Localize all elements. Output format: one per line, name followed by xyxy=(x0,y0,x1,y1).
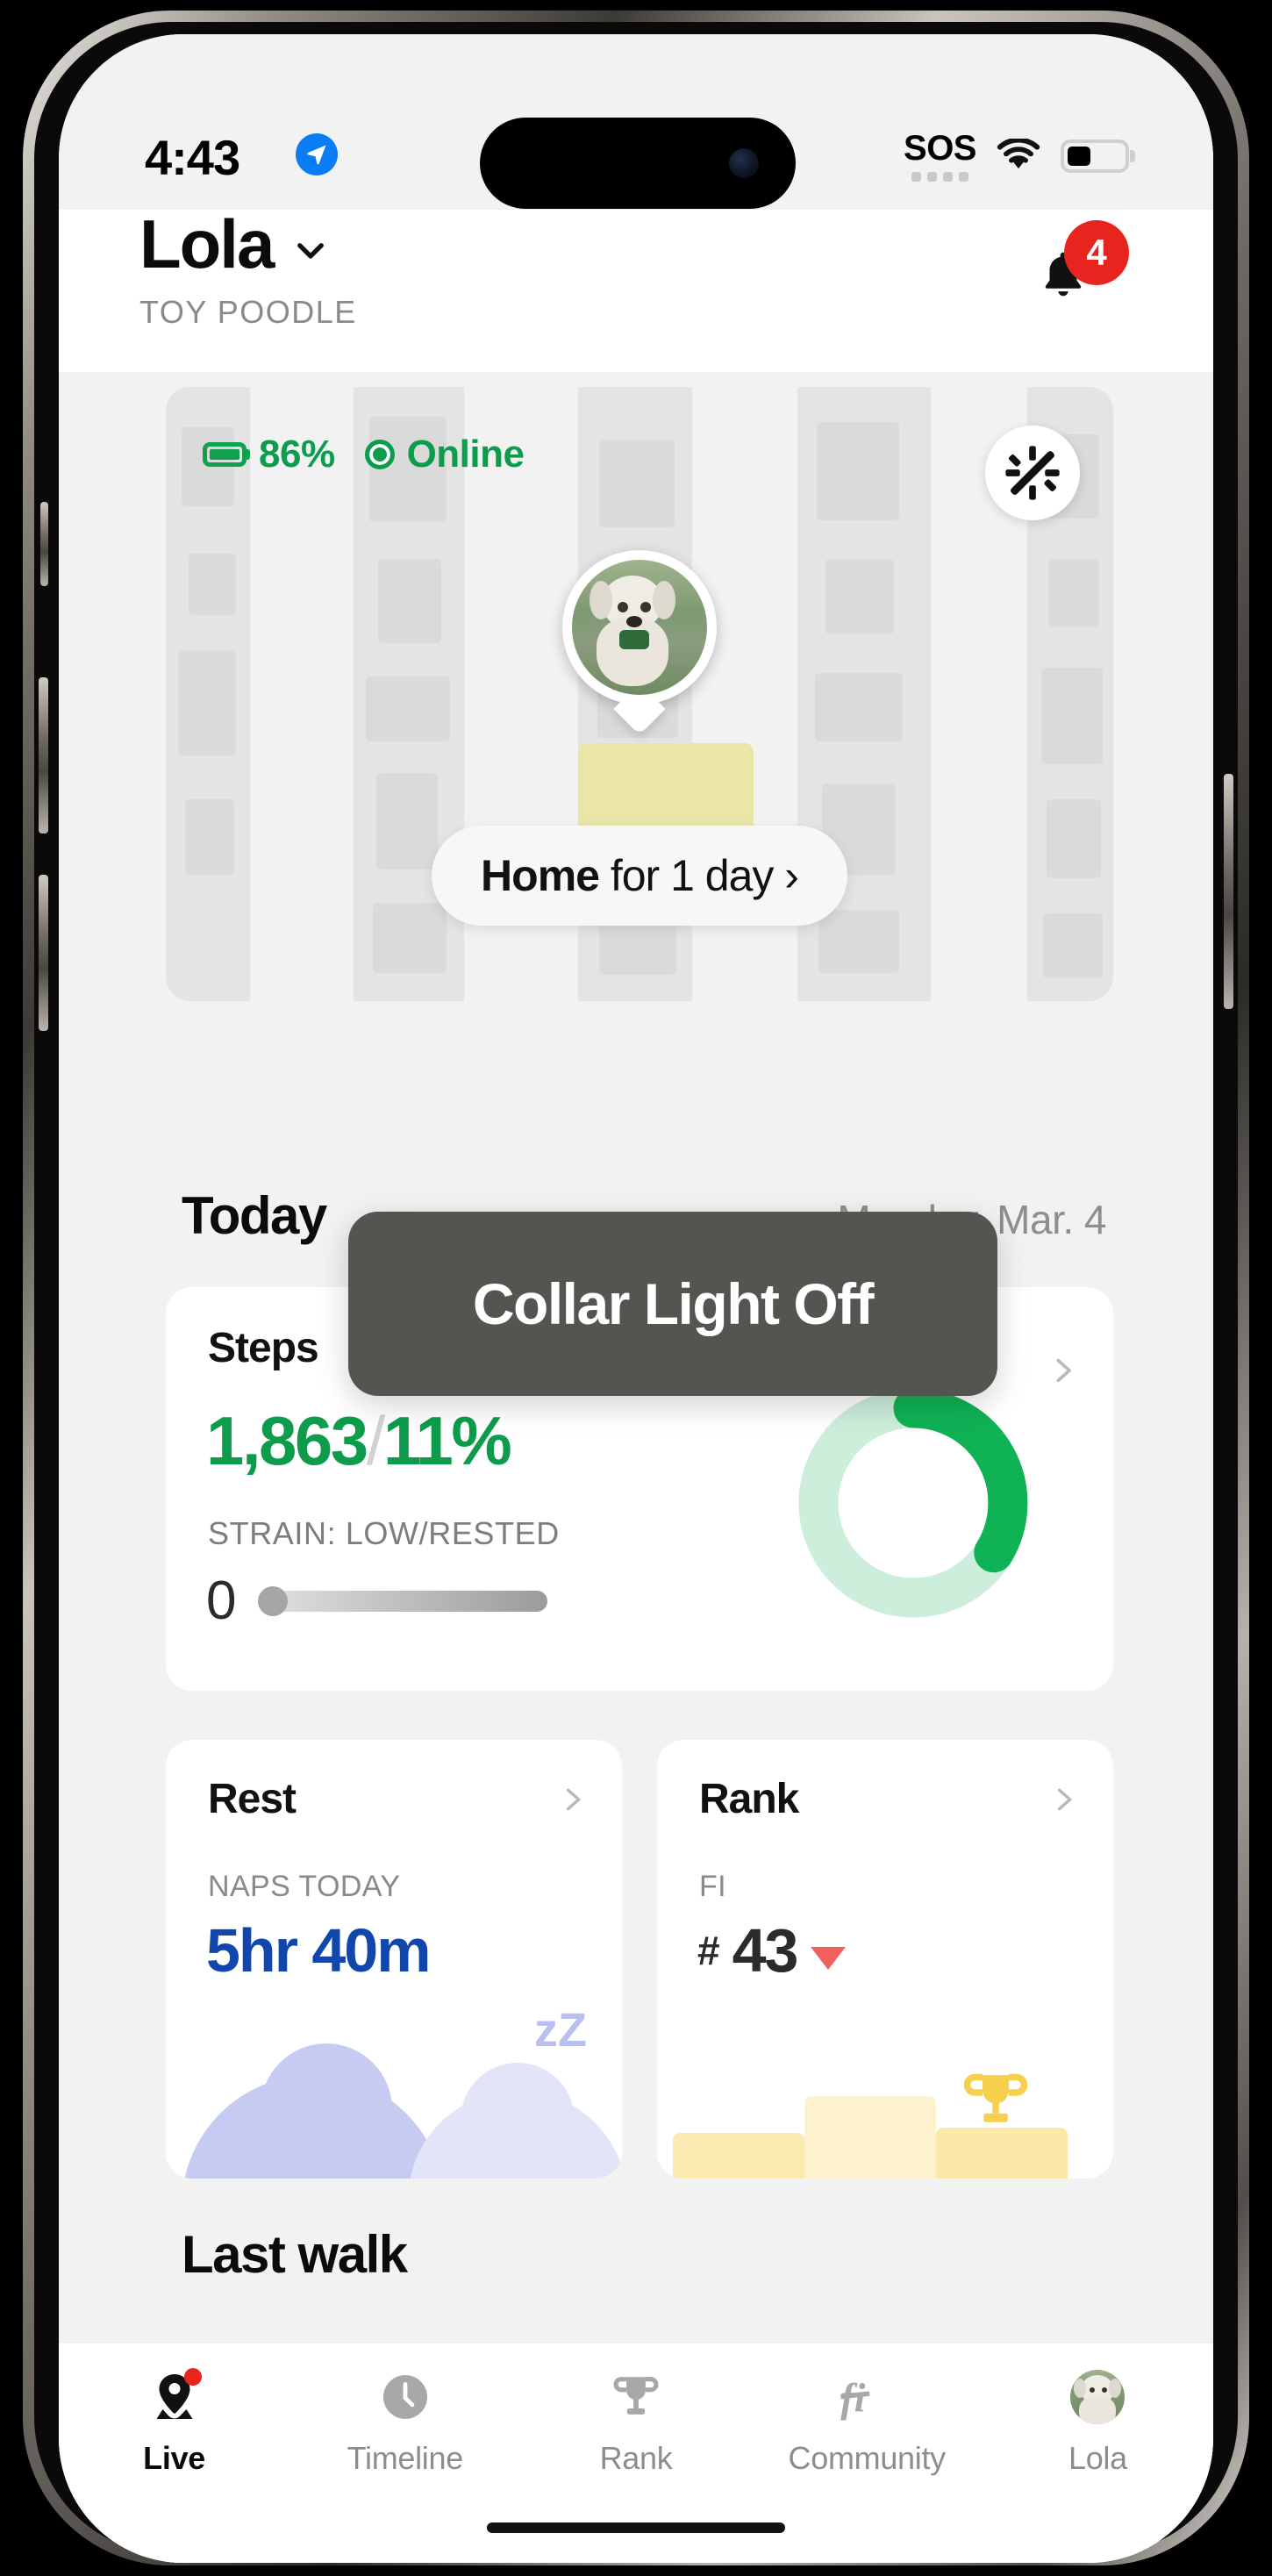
rest-card[interactable]: Rest NAPS TODAY 5hr 40m zZ xyxy=(166,1740,622,2179)
tab-live[interactable]: Live xyxy=(59,2368,289,2477)
pet-selector[interactable]: Lola xyxy=(139,210,1133,278)
rank-value-row: #43 xyxy=(697,1915,847,1986)
steps-title: Steps xyxy=(208,1325,319,1371)
dynamic-island xyxy=(480,118,796,209)
online-dot-icon xyxy=(364,440,395,469)
strain-row: 0 xyxy=(206,1570,548,1632)
app-container: 86% Online Home for 1 day › Today Mar. 4… xyxy=(59,34,1213,2563)
collar-status-group: 86% Online xyxy=(203,433,525,476)
phone-frame: 86% Online Home for 1 day › Today Mar. 4… xyxy=(23,11,1249,2565)
connection-status-label: Online xyxy=(406,433,525,476)
strain-slider[interactable] xyxy=(258,1585,548,1616)
tab-profile[interactable]: Lola xyxy=(983,2368,1213,2477)
tab-profile-label: Lola xyxy=(1068,2440,1127,2476)
tab-community-label: Community xyxy=(788,2440,947,2476)
wifi-icon xyxy=(997,139,1040,169)
rank-title: Rank xyxy=(699,1776,799,1822)
toast-message: Collar Light Off xyxy=(472,1271,875,1336)
strain-slider-knob[interactable] xyxy=(258,1585,289,1616)
pet-location-pin[interactable] xyxy=(562,550,717,735)
location-arrow-icon xyxy=(296,133,338,175)
app-header: Lola TOY POODLE 4 xyxy=(59,210,1213,372)
sos-label: SOS xyxy=(904,129,976,168)
fi-logo-icon: fi xyxy=(838,2368,896,2426)
progress-ring-icon xyxy=(782,1371,1045,1635)
phone-screen: 86% Online Home for 1 day › Today Mar. 4… xyxy=(59,34,1213,2563)
volume-down-button[interactable] xyxy=(39,875,48,1031)
pet-avatar-icon xyxy=(572,560,707,695)
tab-community[interactable]: fi Community xyxy=(752,2368,983,2477)
strain-label: STRAIN: LOW/RESTED xyxy=(208,1515,560,1551)
page-title: Lola xyxy=(139,205,275,283)
steps-value-row: 1,863/11% xyxy=(206,1401,512,1481)
notification-badge: 4 xyxy=(1064,220,1129,285)
rest-title: Rest xyxy=(208,1776,297,1822)
tab-timeline[interactable]: Timeline xyxy=(289,2368,520,2477)
collar-battery-status: 86% xyxy=(203,433,335,476)
strain-value: 0 xyxy=(206,1571,236,1631)
rank-subtitle: FI xyxy=(699,1870,727,1903)
collar-light-off-icon xyxy=(1005,446,1060,500)
battery-icon xyxy=(1061,140,1129,173)
status-bar: 4:43 SOS xyxy=(59,34,1213,210)
status-indicators: SOS xyxy=(904,131,1129,182)
steps-percent: 11% xyxy=(382,1402,512,1479)
pet-avatar-icon xyxy=(1068,2368,1126,2426)
live-map-card[interactable]: 86% Online Home for 1 day › xyxy=(166,387,1113,1001)
rank-hash: # xyxy=(697,1928,720,1973)
tab-rank[interactable]: Rank xyxy=(520,2368,751,2477)
status-time: 4:43 xyxy=(145,130,240,185)
volume-up-button[interactable] xyxy=(39,677,48,834)
battery-icon xyxy=(203,442,247,467)
collar-light-toggle-button[interactable] xyxy=(985,426,1080,520)
location-pin-icon xyxy=(146,2368,204,2426)
tab-timeline-label: Timeline xyxy=(347,2440,464,2476)
rest-subtitle: NAPS TODAY xyxy=(208,1870,401,1903)
place-duration-label: for 1 day › xyxy=(598,851,799,900)
collar-connection-status: Online xyxy=(364,433,525,476)
screenshot-root: 86% Online Home for 1 day › Today Mar. 4… xyxy=(0,0,1272,2576)
rank-card[interactable]: Rank FI #43 xyxy=(657,1740,1113,2179)
rest-value: 5hr 40m xyxy=(206,1916,431,1985)
last-walk-title: Last walk xyxy=(182,2225,408,2284)
signal-dots xyxy=(911,172,968,182)
place-status-pill[interactable]: Home for 1 day › xyxy=(432,826,847,926)
trend-down-icon xyxy=(811,1947,847,1970)
trophy-icon xyxy=(607,2368,665,2426)
rank-number: 43 xyxy=(732,1916,799,1985)
sos-indicator: SOS xyxy=(904,131,976,182)
clock-icon xyxy=(376,2368,434,2426)
notifications-button[interactable]: 4 xyxy=(1024,220,1129,317)
battery-percent-label: 86% xyxy=(259,433,335,476)
pin-bubble xyxy=(562,550,717,705)
tab-badge-dot xyxy=(183,2368,202,2386)
tab-live-label: Live xyxy=(143,2440,206,2476)
today-title: Today xyxy=(182,1186,327,1245)
chevron-right-icon xyxy=(566,1788,581,1811)
collar-light-toast: Collar Light Off xyxy=(348,1212,997,1396)
chevron-right-icon xyxy=(1056,1358,1071,1383)
steps-separator: / xyxy=(366,1402,386,1479)
power-button[interactable] xyxy=(1224,774,1233,1009)
zzz-label: zZ xyxy=(534,2004,587,2057)
steps-count: 1,863 xyxy=(206,1402,368,1479)
front-camera xyxy=(729,148,759,178)
chevron-right-icon xyxy=(1057,1788,1072,1811)
silent-switch[interactable] xyxy=(40,502,48,586)
pet-breed-label: TOY POODLE xyxy=(139,294,357,330)
tab-rank-label: Rank xyxy=(599,2440,673,2476)
home-indicator[interactable] xyxy=(487,2522,785,2533)
place-name-label: Home xyxy=(481,851,600,900)
chevron-down-icon xyxy=(297,243,325,259)
